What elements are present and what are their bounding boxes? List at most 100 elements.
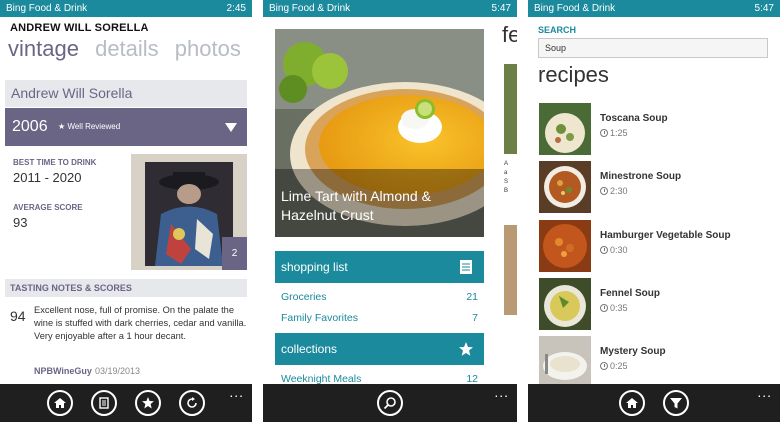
recipe-time: 0:25: [600, 361, 628, 371]
recipe-name: Mystery Soup: [600, 346, 666, 357]
recipe-name: Hamburger Vegetable Soup: [600, 230, 731, 241]
list-item-label: Family Favorites: [281, 312, 359, 324]
more-menu[interactable]: ...: [494, 385, 509, 399]
search-button[interactable]: [377, 390, 403, 416]
vintage-selector[interactable]: 2006 ★ Well Reviewed: [5, 108, 247, 146]
home-button[interactable]: [619, 390, 645, 416]
app-title: Bing Food & Drink: [6, 3, 88, 14]
tab-photos[interactable]: photos: [175, 36, 241, 61]
clock-icon: [600, 304, 608, 312]
featured-recipe-title: Lime Tart with Almond & Hazelnut Crust: [281, 187, 431, 225]
clock-time: 5:47: [491, 3, 511, 14]
home-button[interactable]: [47, 390, 73, 416]
list-item-count: 7: [472, 312, 478, 324]
recipe-time: 2:30: [600, 186, 628, 196]
phone-wine-details: Bing Food & Drink 2:45 ANDREW WILL SOREL…: [0, 0, 252, 422]
featured-recipe-tile[interactable]: Lime Tart with Almond & Hazelnut Crust: [275, 29, 484, 237]
shopping-list-item[interactable]: Family Favorites 7: [281, 312, 478, 324]
dropdown-arrow-icon: [225, 123, 237, 132]
shopping-list-item[interactable]: Groceries 21: [281, 291, 478, 303]
recipe-name: Toscana Soup: [600, 113, 668, 124]
recipe-item[interactable]: Toscana Soup 1:25: [539, 103, 774, 155]
collections-title: collections: [281, 342, 338, 356]
list-item-label: Groceries: [281, 291, 327, 303]
star-add-icon: [142, 397, 154, 409]
recipe-time-value: 1:25: [610, 128, 628, 138]
note-date: 03/19/2013: [94, 366, 140, 376]
recipe-name: Fennel Soup: [600, 288, 660, 299]
next-panel-image: [504, 64, 517, 154]
collections-header[interactable]: collections: [275, 333, 484, 365]
app-title: Bing Food & Drink: [534, 3, 616, 14]
favorite-button[interactable]: [135, 390, 161, 416]
recipe-item[interactable]: Hamburger Vegetable Soup 0:30: [539, 220, 774, 272]
app-title: Bing Food & Drink: [269, 3, 351, 14]
home-icon: [626, 398, 638, 408]
search-icon: [383, 397, 396, 410]
photo-count-badge[interactable]: 2: [222, 237, 247, 270]
recipe-time-value: 0:25: [610, 361, 628, 371]
next-panel-text: AaSB: [504, 160, 517, 220]
shopping-list-header[interactable]: shopping list: [275, 251, 484, 283]
phone-recipe-search: Bing Food & Drink 5:47 SEARCH Soup recip…: [528, 0, 780, 422]
status-bar: Bing Food & Drink 5:47: [528, 0, 780, 17]
search-input[interactable]: Soup: [538, 38, 768, 58]
note-text: Excellent nose, full of promise. On the …: [34, 305, 247, 341]
shopping-list-title: shopping list: [281, 260, 348, 274]
recipe-time-value: 0:30: [610, 245, 628, 255]
star-icon: [459, 342, 473, 356]
average-score-value: 93: [13, 215, 28, 230]
tab-vintage[interactable]: vintage: [8, 36, 79, 61]
recipe-item[interactable]: Fennel Soup 0:35: [539, 278, 774, 330]
recipe-thumbnail: [539, 220, 591, 272]
clock-icon: [600, 129, 608, 137]
more-menu[interactable]: ...: [229, 385, 244, 399]
status-bar: Bing Food & Drink 5:47: [263, 0, 517, 17]
home-icon: [54, 398, 66, 408]
phone-food-hub: Bing Food & Drink 5:47 Lime Tart with Al…: [263, 0, 517, 422]
featured-title-line2: Hazelnut Crust: [281, 207, 374, 223]
filter-button[interactable]: [663, 390, 689, 416]
clock-icon: [600, 246, 608, 254]
recipe-thumbnail: [539, 336, 591, 388]
list-icon: [460, 260, 472, 274]
note-score: 94: [10, 308, 26, 324]
note-author-line: NPBWineGuy 03/19/2013: [34, 366, 140, 376]
app-bar: ...: [528, 384, 780, 422]
wine-list-button[interactable]: [91, 390, 117, 416]
recipe-name: Minestrone Soup: [600, 171, 682, 182]
recipe-thumbnail: [539, 161, 591, 213]
more-menu[interactable]: ...: [757, 385, 772, 399]
recipe-thumbnail: [539, 103, 591, 155]
app-bar: ...: [263, 384, 517, 422]
recipe-time: 1:25: [600, 128, 628, 138]
recipe-thumbnail: [539, 278, 591, 330]
status-bar: Bing Food & Drink 2:45: [0, 0, 252, 17]
best-time-value: 2011 - 2020: [13, 170, 82, 185]
clock-time: 2:45: [226, 3, 246, 14]
recipe-item[interactable]: Minestrone Soup 2:30: [539, 161, 774, 213]
recipe-time-value: 2:30: [610, 186, 628, 196]
pivot-tabs: vintage details photos rel: [8, 36, 252, 62]
vintage-year: 2006: [12, 118, 48, 135]
clock-time: 5:47: [754, 3, 774, 14]
refresh-button[interactable]: [179, 390, 205, 416]
recipe-time: 0:30: [600, 245, 628, 255]
clock-icon: [600, 187, 608, 195]
next-panel-image-2: [504, 225, 517, 315]
recipe-time: 0:35: [600, 303, 628, 313]
next-panel-title: fe: [502, 22, 517, 47]
featured-title-line1: Lime Tart with Almond &: [281, 188, 431, 204]
list-icon: [99, 397, 109, 409]
refresh-icon: [187, 397, 197, 408]
recipe-item[interactable]: Mystery Soup 0:25: [539, 336, 774, 388]
recipe-time-value: 0:35: [610, 303, 628, 313]
recipes-heading: recipes: [538, 62, 609, 87]
clock-icon: [600, 362, 608, 370]
app-bar: ...: [0, 384, 252, 422]
review-badge: ★ Well Reviewed: [58, 122, 121, 131]
note-author[interactable]: NPBWineGuy: [34, 366, 92, 376]
tab-details[interactable]: details: [95, 36, 159, 61]
filter-icon: [670, 398, 682, 409]
owner-title: ANDREW WILL SORELLA: [10, 22, 149, 34]
